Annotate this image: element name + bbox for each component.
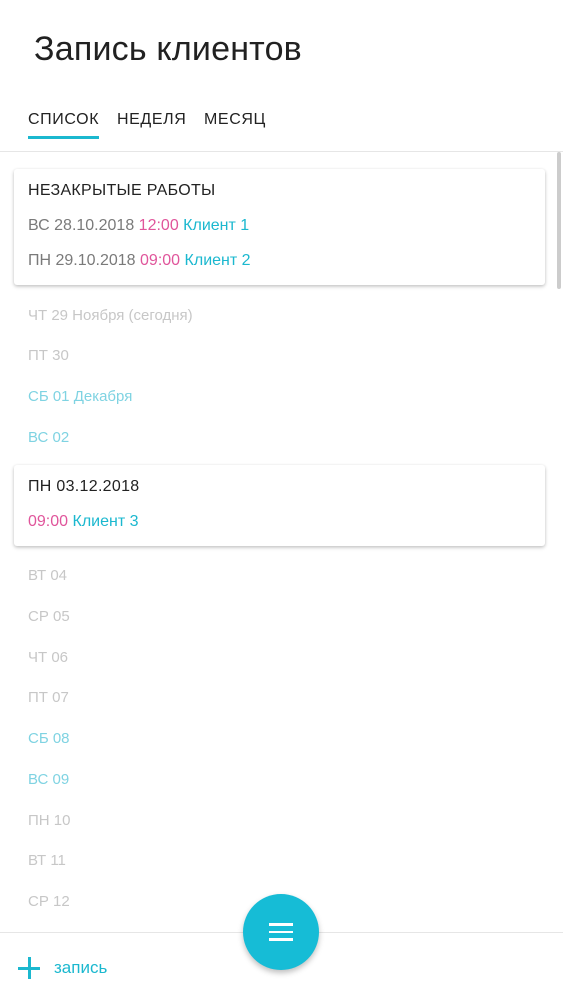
entry-client[interactable]: Клиент 1 <box>183 217 249 234</box>
entry-time: 09:00 <box>140 252 181 269</box>
entry-date: ВС 28.10.2018 <box>28 217 135 234</box>
day-card-title: ПН 03.12.2018 <box>28 478 140 495</box>
menu-fab-button[interactable] <box>243 894 319 970</box>
day-row[interactable]: ПТ 07 <box>28 689 69 706</box>
entry-time: 12:00 <box>138 217 179 234</box>
day-row[interactable]: СР 12 <box>28 893 70 910</box>
day-row[interactable]: СР 05 <box>28 608 70 625</box>
tab-week[interactable]: НЕДЕЛЯ <box>117 111 186 129</box>
add-record-button[interactable]: запись <box>18 953 107 983</box>
tab-month[interactable]: МЕСЯЦ <box>204 111 266 129</box>
plus-icon <box>18 957 40 979</box>
appointment-entry[interactable]: 09:00 Клиент 3 <box>28 513 139 531</box>
day-row[interactable]: ВС 09 <box>28 771 69 788</box>
day-row[interactable]: ЧТ 29 Ноября (сегодня) <box>28 307 193 324</box>
schedule-list[interactable]: НЕЗАКРЫТЫЕ РАБОТЫ ВС 28.10.2018 12:00 Кл… <box>0 152 563 932</box>
open-works-title: НЕЗАКРЫТЫЕ РАБОТЫ <box>28 182 216 199</box>
day-row[interactable]: ЧТ 06 <box>28 649 68 666</box>
day-row[interactable]: СБ 01 Декабря <box>28 388 132 405</box>
page-title: Запись клиентов <box>34 30 302 68</box>
open-work-entry[interactable]: ПН 29.10.2018 09:00 Клиент 2 <box>28 252 251 270</box>
menu-icon <box>269 923 293 941</box>
day-row[interactable]: ВТ 04 <box>28 567 67 584</box>
day-row[interactable]: ПН 10 <box>28 812 70 829</box>
day-row[interactable]: ВС 02 <box>28 429 69 446</box>
day-card: ПН 03.12.2018 09:00 Клиент 3 <box>14 465 545 546</box>
entry-date: ПН 29.10.2018 <box>28 252 136 269</box>
scrollbar[interactable] <box>557 152 561 289</box>
day-row[interactable]: ПТ 30 <box>28 347 69 364</box>
open-works-card: НЕЗАКРЫТЫЕ РАБОТЫ ВС 28.10.2018 12:00 Кл… <box>14 169 545 285</box>
add-record-label: запись <box>54 958 108 977</box>
entry-client[interactable]: Клиент 2 <box>185 252 251 269</box>
open-work-entry[interactable]: ВС 28.10.2018 12:00 Клиент 1 <box>28 217 249 235</box>
tab-list[interactable]: СПИСОК <box>28 111 100 139</box>
entry-time: 09:00 <box>28 513 69 530</box>
tab-bar: СПИСОК НЕДЕЛЯ МЕСЯЦ <box>0 108 563 152</box>
day-row[interactable]: СБ 08 <box>28 730 70 747</box>
entry-client[interactable]: Клиент 3 <box>73 513 139 530</box>
day-row[interactable]: ВТ 11 <box>28 852 66 869</box>
